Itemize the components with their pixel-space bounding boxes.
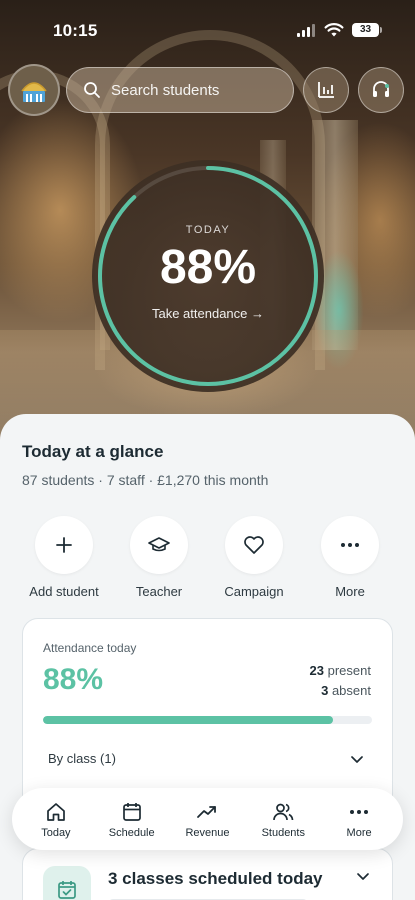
graduation-cap-icon [148, 537, 170, 552]
teacher-button[interactable]: Teacher [119, 516, 199, 599]
absent-number: 3 [321, 683, 329, 698]
chevron-down-icon[interactable] [350, 754, 364, 764]
nav-label: More [346, 826, 372, 839]
search-bar[interactable]: Search students [66, 67, 294, 113]
absent-label: absent [331, 683, 371, 698]
nav-item-today[interactable]: Today [21, 800, 91, 839]
by-class-toggle[interactable]: By class (1) [48, 751, 116, 766]
cellular-signal-icon [297, 24, 315, 37]
more-actions-circle[interactable] [321, 516, 379, 574]
more-actions-button[interactable]: More [310, 516, 390, 599]
schedule-card-title: 3 classes scheduled today [108, 869, 323, 888]
battery-icon: 33 [352, 23, 379, 37]
present-count: 23 present [310, 663, 371, 678]
mosque-logo-icon [21, 82, 47, 102]
present-label: present [327, 663, 371, 678]
quick-action-label: Campaign [224, 584, 284, 599]
calendar-icon [122, 802, 141, 821]
nav-label: Revenue [185, 826, 230, 839]
present-number: 23 [309, 663, 324, 678]
trending-up-icon [197, 805, 217, 818]
bar-chart-icon [318, 82, 334, 98]
nav-item-revenue[interactable]: Revenue [172, 800, 242, 839]
status-time: 10:15 [53, 21, 98, 40]
support-button[interactable] [358, 67, 404, 113]
heart-icon [244, 536, 264, 554]
search-placeholder: Search students [111, 81, 220, 99]
nav-label: Today [41, 826, 71, 839]
glance-title: Today at a glance [22, 442, 164, 461]
calendar-check-icon [58, 881, 76, 899]
absent-count: 3 absent [321, 683, 371, 698]
nav-item-students[interactable]: Students [248, 800, 318, 839]
nav-label: Students [261, 826, 305, 839]
attendance-card-title: Attendance today [43, 641, 137, 655]
ring-percentage: 88% [159, 241, 257, 294]
attendance-ring[interactable]: TODAY 88% Take attendance → [92, 160, 324, 392]
teacher-circle[interactable] [130, 516, 188, 574]
campaign-circle[interactable] [225, 516, 283, 574]
more-dots-icon [350, 809, 369, 814]
quick-action-label: Add student [29, 584, 99, 599]
search-icon [84, 82, 100, 98]
headset-icon [373, 81, 389, 97]
users-icon [273, 803, 294, 820]
campaign-button[interactable]: Campaign [214, 516, 294, 599]
nav-item-schedule[interactable]: Schedule [97, 800, 167, 839]
app-logo[interactable] [8, 64, 60, 116]
status-bar: 10:15 33 [0, 0, 415, 60]
add-student-circle[interactable] [35, 516, 93, 574]
home-icon [47, 802, 65, 821]
nav-item-more[interactable]: More [324, 800, 394, 839]
more-dots-icon [341, 543, 359, 547]
attendance-progress-fill [43, 716, 333, 724]
schedule-card[interactable]: 3 classes scheduled today [22, 848, 393, 900]
attendance-percentage: 88% [43, 663, 104, 696]
chevron-down-icon[interactable] [356, 871, 370, 881]
quick-action-label: More [335, 584, 365, 599]
quick-action-label: Teacher [135, 584, 183, 599]
ring-label: TODAY [185, 224, 231, 236]
attendance-progress-bar [43, 716, 372, 724]
bottom-nav: Today Schedule Revenue Students More [12, 788, 403, 850]
wifi-icon [324, 23, 344, 37]
nav-label: Schedule [108, 826, 155, 839]
take-attendance-link[interactable]: Take attendance → [92, 306, 324, 321]
plus-icon [56, 537, 72, 553]
analytics-button[interactable] [303, 67, 349, 113]
add-student-button[interactable]: Add student [24, 516, 104, 599]
battery-tip [380, 27, 382, 33]
schedule-card-icon-wrap [43, 866, 91, 900]
glance-summary: 87 students · 7 staff · £1,270 this mont… [22, 472, 269, 488]
